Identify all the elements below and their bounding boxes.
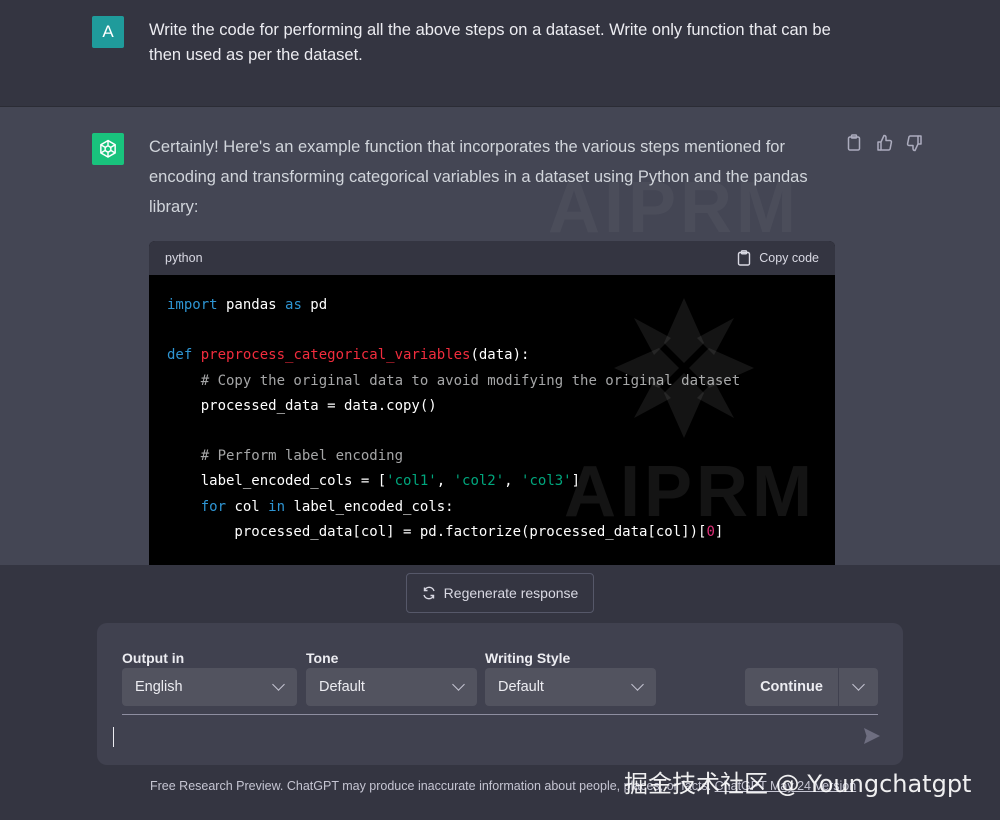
code-block: python Copy code import pandas as pd def…: [149, 241, 835, 565]
tone-select[interactable]: Default: [306, 668, 477, 706]
output-language-select[interactable]: English: [122, 668, 297, 706]
thumbs-down-icon[interactable]: [906, 134, 922, 152]
chevron-down-icon: [272, 678, 285, 691]
output-in-label: Output in: [122, 650, 185, 666]
regenerate-label: Regenerate response: [443, 585, 579, 601]
copy-code-button[interactable]: Copy code: [737, 250, 819, 266]
tone-label: Tone: [306, 650, 339, 666]
send-button[interactable]: [863, 727, 881, 750]
regenerate-button[interactable]: Regenerate response: [406, 573, 594, 613]
user-avatar: A: [92, 16, 124, 48]
message-actions: [846, 134, 922, 152]
writing-style-value: Default: [498, 679, 544, 695]
prompt-input[interactable]: [113, 727, 853, 747]
writing-style-select[interactable]: Default: [485, 668, 656, 706]
copy-icon[interactable]: [846, 134, 862, 152]
source-watermark: 掘金技术社区 @ Youngchatgpt: [624, 770, 972, 798]
code-header: python Copy code: [149, 241, 835, 275]
clipboard-icon: [738, 250, 751, 266]
continue-button[interactable]: Continue: [745, 668, 839, 706]
refresh-icon: [422, 586, 435, 600]
thumbs-up-icon[interactable]: [876, 134, 893, 152]
chevron-down-icon: [452, 678, 465, 691]
aiprm-logo-watermark-icon: [614, 298, 754, 438]
chevron-down-icon: [631, 678, 644, 691]
prompt-panel: Output in English Tone Default Writing S…: [97, 623, 903, 765]
continue-dropdown-button[interactable]: [839, 668, 878, 706]
assistant-message: AIPRM Certainly! Here's an example funct…: [0, 107, 1000, 565]
tone-value: Default: [319, 679, 365, 695]
output-language-value: English: [135, 679, 183, 695]
user-message-text: Write the code for performing all the ab…: [149, 21, 831, 64]
copy-code-label: Copy code: [759, 251, 819, 265]
send-icon: [864, 728, 880, 744]
user-message: A Write the code for performing all the …: [0, 0, 1000, 107]
chatgpt-logo-icon: [92, 133, 124, 165]
assistant-message-text: Certainly! Here's an example function th…: [149, 138, 808, 216]
chevron-down-icon: [852, 678, 865, 691]
continue-split-button: Continue: [745, 668, 878, 706]
aiprm-code-watermark: AIPRM: [564, 452, 816, 532]
code-language: python: [165, 251, 203, 265]
composer-area: Regenerate response Output in English To…: [0, 565, 1000, 820]
divider: [122, 714, 878, 715]
writing-style-label: Writing Style: [485, 650, 571, 666]
